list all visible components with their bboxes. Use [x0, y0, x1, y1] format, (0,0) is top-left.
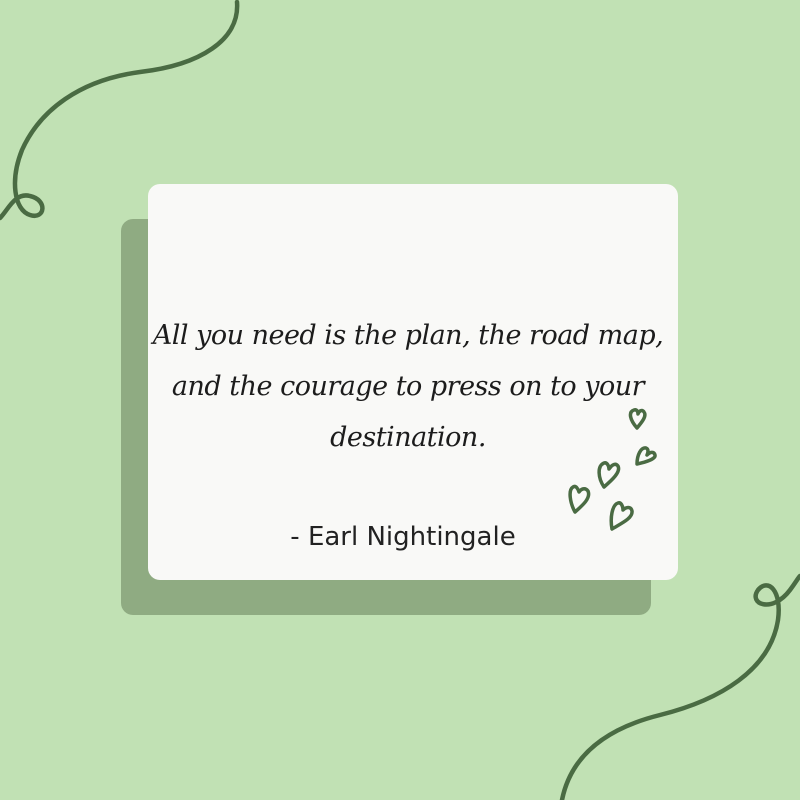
- heart-icon: [628, 408, 647, 430]
- heart-icon: [597, 461, 621, 489]
- heart-icon: [568, 484, 591, 514]
- hearts-cluster: [568, 408, 657, 531]
- heart-icon: [609, 501, 634, 531]
- heart-icon: [635, 446, 657, 466]
